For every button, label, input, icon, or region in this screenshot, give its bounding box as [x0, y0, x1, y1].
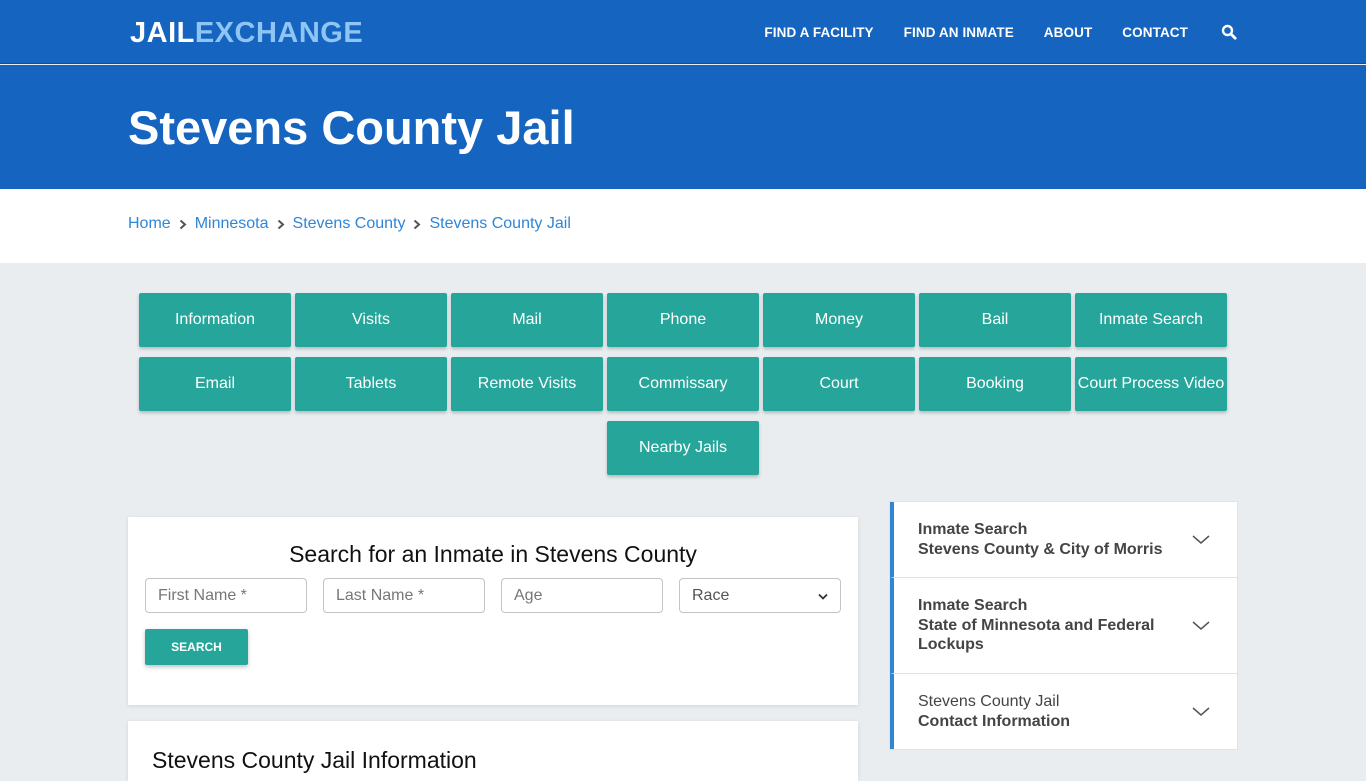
breadcrumb-county[interactable]: Stevens County — [293, 215, 406, 233]
tile-nearby-jails[interactable]: Nearby Jails — [607, 421, 759, 475]
tile-information[interactable]: Information — [139, 293, 291, 347]
first-name-input[interactable] — [158, 586, 294, 605]
tile-email[interactable]: Email — [139, 357, 291, 411]
last-name-field[interactable] — [323, 578, 485, 613]
tile-inmate-search[interactable]: Inmate Search — [1075, 293, 1227, 347]
nav-find-an-inmate[interactable]: FIND AN INMATE — [904, 25, 1014, 40]
nav-contact[interactable]: CONTACT — [1122, 25, 1188, 40]
search-card-title: Search for an Inmate in Stevens County — [289, 541, 697, 567]
chevron-right-icon — [171, 219, 195, 230]
search-button[interactable]: SEARCH — [145, 629, 248, 665]
tile-money[interactable]: Money — [763, 293, 915, 347]
top-navbar: JAILEXCHANGE FIND A FACILITY FIND AN INM… — [0, 0, 1366, 64]
accordion-item-subheading: State of Minnesota and Federal Lockups — [918, 616, 1155, 654]
tile-court[interactable]: Court — [763, 357, 915, 411]
accordion-item-contact-info[interactable]: Stevens County Jail Contact Information — [890, 674, 1237, 749]
accordion-item-county-search[interactable]: Inmate Search Stevens County & City of M… — [890, 502, 1237, 578]
accordion-item-subheading: Contact Information — [918, 712, 1070, 730]
breadcrumb-home[interactable]: Home — [128, 215, 171, 233]
breadcrumb: Home Minnesota Stevens County Stevens Co… — [128, 215, 571, 233]
race-select[interactable]: Race — [679, 578, 841, 613]
logo-exchange: EXCHANGE — [194, 17, 364, 49]
logo-jail: JAIL — [130, 17, 195, 49]
page-title: Stevens County Jail — [128, 101, 575, 154]
chevron-down-icon — [1191, 533, 1211, 547]
accordion-item-subheading: Stevens County & City of Morris — [918, 540, 1163, 558]
chevron-right-icon — [405, 219, 429, 230]
tile-court-process-video[interactable]: Court Process Video — [1075, 357, 1227, 411]
jail-information-card: Stevens County Jail Information — [128, 721, 858, 781]
breadcrumb-bar: Home Minnesota Stevens County Stevens Co… — [0, 189, 1366, 263]
nav-about[interactable]: ABOUT — [1044, 25, 1093, 40]
chevron-down-icon — [1191, 619, 1211, 633]
age-input[interactable] — [514, 586, 650, 605]
sidebar-accordion: Inmate Search Stevens County & City of M… — [889, 501, 1238, 750]
first-name-field[interactable] — [145, 578, 307, 613]
age-field[interactable] — [501, 578, 663, 613]
chevron-down-icon — [818, 587, 828, 605]
accordion-item-state-search[interactable]: Inmate Search State of Minnesota and Fed… — [890, 578, 1237, 674]
search-icon[interactable] — [1220, 23, 1238, 41]
inmate-search-card: Search for an Inmate in Stevens County R… — [128, 517, 858, 705]
chevron-right-icon — [269, 219, 293, 230]
race-select-value: Race — [692, 586, 730, 604]
tile-row-3: Nearby Jails — [139, 421, 1227, 475]
tile-bail[interactable]: Bail — [919, 293, 1071, 347]
chevron-down-icon — [1191, 705, 1211, 719]
facility-nav-grid: Information Visits Mail Phone Money Bail… — [139, 293, 1227, 485]
breadcrumb-state[interactable]: Minnesota — [195, 215, 269, 233]
page-hero: Stevens County Jail — [0, 65, 1366, 189]
tile-visits[interactable]: Visits — [295, 293, 447, 347]
tile-mail[interactable]: Mail — [451, 293, 603, 347]
tile-commissary[interactable]: Commissary — [607, 357, 759, 411]
tile-row-2: Email Tablets Remote Visits Commissary C… — [139, 357, 1227, 411]
accordion-item-heading: Inmate Search — [918, 521, 1028, 538]
tile-phone[interactable]: Phone — [607, 293, 759, 347]
tile-booking[interactable]: Booking — [919, 357, 1071, 411]
accordion-item-heading: Inmate Search — [918, 597, 1028, 615]
tile-remote-visits[interactable]: Remote Visits — [451, 357, 603, 411]
site-logo[interactable]: JAILEXCHANGE — [130, 16, 363, 50]
main-nav: FIND A FACILITY FIND AN INMATE ABOUT CON… — [734, 0, 1238, 64]
accordion-item-heading: Stevens County Jail — [918, 693, 1060, 710]
breadcrumb-current[interactable]: Stevens County Jail — [429, 215, 570, 233]
tile-row-1: Information Visits Mail Phone Money Bail… — [139, 293, 1227, 347]
last-name-input[interactable] — [336, 586, 472, 605]
nav-find-a-facility[interactable]: FIND A FACILITY — [764, 25, 873, 40]
jail-information-title: Stevens County Jail Information — [152, 747, 477, 773]
tile-tablets[interactable]: Tablets — [295, 357, 447, 411]
